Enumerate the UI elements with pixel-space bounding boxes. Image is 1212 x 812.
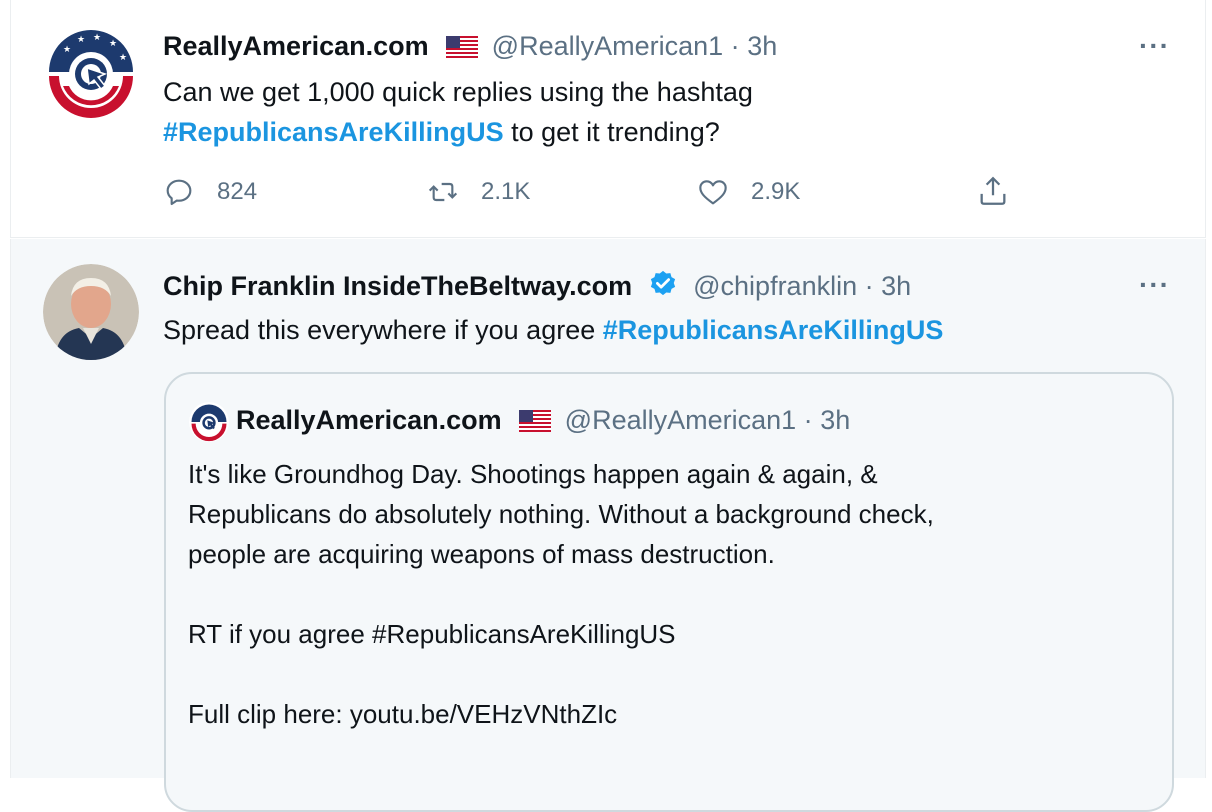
avatar-chipfranklin[interactable] [43,264,139,360]
handle[interactable]: @ReallyAmerican1 [492,31,724,61]
quoted-avatar [189,402,229,442]
reallyamerican-logo-icon: ★ ★ ★ ★ ★ [43,24,139,120]
tweet-text-line2: to get it trending? [503,117,720,147]
quoted-text-line: people are acquiring weapons of mass des… [188,539,775,569]
quoted-text-line: It's like Groundhog Day. Shootings happe… [188,459,878,489]
reply-button[interactable]: 824 [163,176,257,208]
quoted-tweet-header: ReallyAmerican.com @ReallyAmerican1 · 3h [236,404,850,439]
retweet-button[interactable]: 2.1K [427,176,530,208]
quoted-timestamp: 3h [820,405,851,435]
us-flag-icon [519,407,552,439]
separator: · [864,271,874,301]
svg-text:★: ★ [77,34,85,44]
tweet-header: ReallyAmerican.com @ReallyAmerican1 · 3h [163,30,777,65]
verified-badge-icon [648,269,678,306]
separator: · [803,405,813,435]
display-name[interactable]: ReallyAmerican.com [163,31,429,61]
hashtag-link[interactable]: #RepublicansAreKillingUS [163,117,504,147]
reply-icon [166,179,192,206]
tweet-header: Chip Franklin InsideTheBeltway.com @chip… [163,269,911,306]
hashtag-link[interactable]: #RepublicansAreKillingUS [603,315,944,345]
like-button[interactable]: 2.9K [697,176,800,208]
tweet-text-line1: Can we get 1,000 quick replies using the… [163,77,753,107]
retweet-count: 2.1K [481,178,531,205]
share-icon [980,176,1006,205]
display-name[interactable]: Chip Franklin InsideTheBeltway.com [163,271,632,301]
avatar-reallyamerican[interactable]: ★ ★ ★ ★ ★ [43,24,139,120]
svg-text:★: ★ [119,52,127,62]
quoted-tweet[interactable]: ReallyAmerican.com @ReallyAmerican1 · 3h… [164,372,1174,812]
reallyamerican-logo-icon [189,402,229,442]
retweet-icon [428,182,458,202]
us-flag-icon [446,33,479,65]
more-icon[interactable]: ··· [1139,271,1170,299]
timestamp[interactable]: 3h [881,271,911,301]
tweet-chipfranklin[interactable]: Chip Franklin InsideTheBeltway.com @chip… [10,239,1206,812]
svg-text:★: ★ [109,38,117,48]
tweet-text: Spread this everywhere if you agree #Rep… [163,310,943,350]
quoted-text-line: Full clip here: youtu.be/VEHzVNthZIc [188,699,618,729]
like-icon [699,180,727,205]
like-count: 2.9K [751,178,801,205]
handle[interactable]: @chipfranklin [693,271,857,301]
reply-count: 824 [217,178,258,205]
profile-photo [43,264,139,360]
quoted-display-name: ReallyAmerican.com [236,405,502,435]
tweet-reallyamerican[interactable]: ★ ★ ★ ★ ★ ReallyAmerican.com @ReallyAmer… [10,0,1206,238]
quoted-text-line: Republicans do absolutely nothing. Witho… [188,499,934,529]
svg-text:★: ★ [63,44,71,54]
quoted-text-line: RT if you agree #RepublicansAreKillingUS [188,619,676,649]
quoted-handle: @ReallyAmerican1 [564,405,797,435]
timestamp[interactable]: 3h [747,31,777,61]
share-button[interactable] [976,174,1010,208]
tweet-text: Can we get 1,000 quick replies using the… [163,72,753,152]
separator: · [730,31,740,61]
more-icon[interactable]: ··· [1139,32,1170,60]
svg-text:★: ★ [93,32,101,42]
tweet-text-plain: Spread this everywhere if you agree [163,315,603,345]
quoted-tweet-text: It's like Groundhog Day. Shootings happe… [188,454,1148,734]
